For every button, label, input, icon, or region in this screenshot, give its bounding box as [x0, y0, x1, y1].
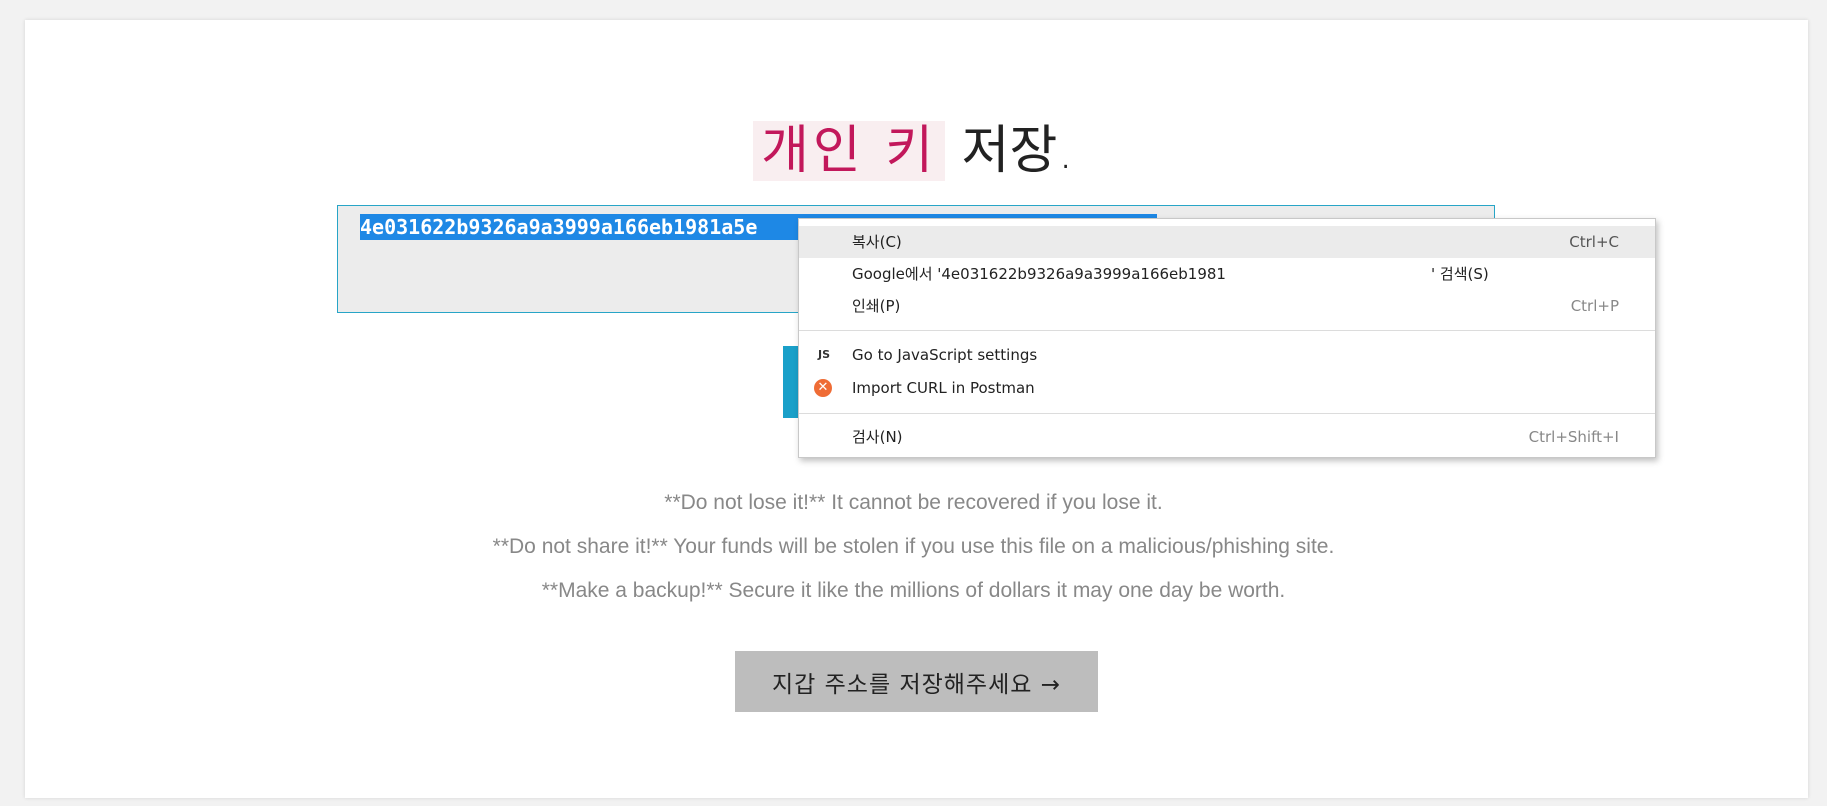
title-rest: 저장. [945, 121, 1074, 181]
warning-lose: **Do not lose it!** It cannot be recover… [664, 491, 1163, 514]
menu-item-js-label: Go to JavaScript settings [852, 346, 1038, 364]
js-icon: JS [817, 348, 830, 361]
menu-separator [799, 330, 1655, 331]
menu-separator [799, 413, 1655, 414]
menu-item-print-shortcut: Ctrl+P [1570, 297, 1619, 315]
menu-item-print-label: 인쇄(P) [852, 297, 901, 315]
warning-share: **Do not share it!** Your funds will be … [492, 535, 1335, 558]
menu-item-inspect[interactable]: 검사(N) Ctrl+Shift+I [799, 421, 1655, 453]
save-wallet-address-button[interactable]: 지갑 주소를 저장해주세요 → [735, 651, 1098, 712]
title-highlight: 개인 키 [753, 121, 946, 181]
context-menu: 복사(C) Ctrl+C Google에서 '4e031622b9326a9a3… [798, 218, 1656, 458]
menu-item-print[interactable]: 인쇄(P) Ctrl+P [799, 290, 1655, 322]
menu-item-copy[interactable]: 복사(C) Ctrl+C [799, 226, 1655, 258]
postman-icon: ✕ [814, 379, 832, 397]
menu-item-postman[interactable]: ✕ Import CURL in Postman [799, 372, 1655, 404]
menu-item-copy-label: 복사(C) [852, 233, 902, 251]
menu-item-search-label: Google에서 '4e031622b9326a9a3999a166eb1981 [852, 265, 1226, 283]
menu-item-inspect-label: 검사(N) [852, 428, 903, 446]
menu-item-copy-shortcut: Ctrl+C [1569, 233, 1619, 251]
menu-item-postman-label: Import CURL in Postman [852, 379, 1035, 397]
warning-backup: **Make a backup!** Secure it like the mi… [541, 579, 1286, 602]
warning-list: **Do not lose it!** It cannot be recover… [0, 488, 1827, 620]
menu-item-js-settings[interactable]: JS Go to JavaScript settings [799, 339, 1655, 371]
menu-item-search-tail: ' 검색(S) [1431, 265, 1489, 283]
menu-item-inspect-shortcut: Ctrl+Shift+I [1528, 428, 1619, 446]
page-title: 개인 키 저장. [0, 108, 1827, 183]
menu-item-search-google[interactable]: Google에서 '4e031622b9326a9a3999a166eb1981… [799, 258, 1655, 290]
